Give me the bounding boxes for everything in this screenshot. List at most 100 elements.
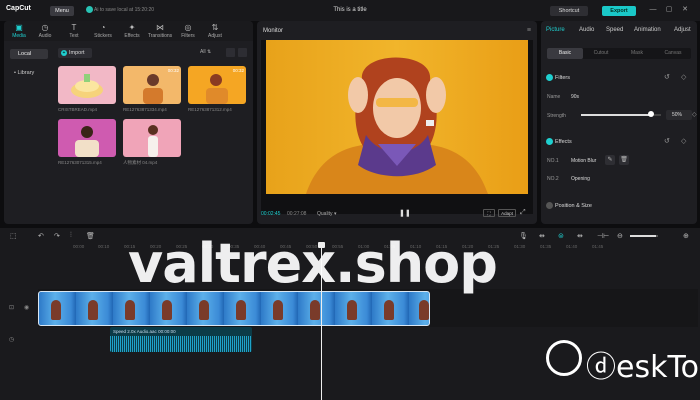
tool-adjust[interactable]: ⇅ Adjust xyxy=(202,23,228,39)
tool-media[interactable]: ▣ Media xyxy=(6,23,32,39)
clip-frame xyxy=(199,300,209,320)
import-button[interactable]: + Import xyxy=(58,48,92,58)
filters-section-title: Filters xyxy=(555,75,570,81)
video-frame xyxy=(266,40,528,194)
subtab-canvas[interactable]: Canvas xyxy=(655,48,691,59)
ratio-button[interactable]: Adapt xyxy=(498,209,516,217)
tab-animation[interactable]: Animation xyxy=(634,27,661,33)
tab-audio[interactable]: Audio xyxy=(579,27,594,33)
ruler-tick: 01:45 xyxy=(592,244,604,249)
zoom-in-icon[interactable]: ⊕ xyxy=(683,232,689,240)
expand-icon[interactable]: ⤢ xyxy=(520,209,526,217)
person-thumbnail xyxy=(148,125,158,157)
strength-input[interactable]: 50% xyxy=(666,110,692,120)
desktop-logo-icon xyxy=(546,340,582,376)
media-thumb[interactable] xyxy=(58,66,116,104)
link-icon[interactable]: ⇹ xyxy=(539,232,545,240)
filters-toggle[interactable] xyxy=(546,74,553,81)
edit-icon[interactable]: ✎ xyxy=(605,155,615,165)
zoom-out-icon[interactable]: ⊖ xyxy=(617,232,623,240)
track-lock-icon[interactable]: ⊡ xyxy=(9,304,14,311)
minimize-icon[interactable]: — xyxy=(648,5,658,15)
list-view-icon[interactable] xyxy=(226,48,235,57)
effects-toggle[interactable] xyxy=(546,138,553,145)
position-toggle[interactable] xyxy=(546,202,553,209)
keyframe-icon[interactable]: ◇ xyxy=(681,73,686,81)
app-window: CapCut Menu Ai to save local at 15:20:20… xyxy=(0,0,700,400)
sidebar-item-library[interactable]: • Library xyxy=(10,68,48,78)
tool-effects[interactable]: ✦ Effects xyxy=(119,23,145,39)
thumb-label: CRISTBREAD.mp4 xyxy=(58,107,98,112)
effects-icon: ✦ xyxy=(128,23,136,32)
autosave-icon xyxy=(86,6,93,13)
reset-icon[interactable]: ↺ xyxy=(664,73,670,81)
clip-frame xyxy=(125,300,135,320)
tab-speed[interactable]: Speed xyxy=(606,27,623,33)
ruler-tick: 01:40 xyxy=(566,244,578,249)
microphone-icon[interactable]: 🎙 xyxy=(519,232,528,240)
redo-icon[interactable]: ↷ xyxy=(54,232,60,240)
maximize-icon[interactable]: ▢ xyxy=(664,5,674,15)
sidebar-item-local[interactable]: Local xyxy=(10,49,48,59)
delete-icon[interactable]: 🗑 xyxy=(619,155,629,165)
clip-frame xyxy=(51,300,61,320)
preview-axis-icon[interactable]: ⊣⊢ xyxy=(597,232,609,240)
food-thumbnail xyxy=(71,74,103,98)
more-icon[interactable]: ≡ xyxy=(527,27,531,34)
monitor-title: Monitor xyxy=(263,28,284,34)
trash-icon[interactable]: 🗑 xyxy=(86,232,95,240)
tool-transitions[interactable]: ⋈ Transitions xyxy=(147,23,173,39)
strength-slider-knob[interactable] xyxy=(648,111,654,117)
subtab-cutout[interactable]: Cutout xyxy=(583,48,619,59)
grid-view-icon[interactable] xyxy=(238,48,247,57)
fullscreen-icon[interactable]: ⛶ xyxy=(483,209,495,217)
clip-frame xyxy=(236,300,246,320)
subtab-mask[interactable]: Mask xyxy=(619,48,655,59)
snap-icon[interactable]: ⇹ xyxy=(577,232,583,240)
magnet-icon[interactable]: ⊜ xyxy=(558,232,564,240)
menu-button[interactable]: Menu xyxy=(50,6,74,16)
video-preview[interactable] xyxy=(261,40,533,214)
reset-icon[interactable]: ↺ xyxy=(664,137,670,145)
shortcut-button[interactable]: Shortcut xyxy=(550,6,588,16)
split-icon[interactable]: ⫶ xyxy=(70,232,72,240)
audio-icon: ◷ xyxy=(41,23,49,32)
window-title: This is a title xyxy=(333,7,367,13)
diamond-icon[interactable]: ◇ xyxy=(692,111,697,118)
ruler-tick: 01:30 xyxy=(514,244,526,249)
tool-audio[interactable]: ◷ Audio xyxy=(32,23,58,39)
play-pause-button[interactable]: ❚❚ xyxy=(399,209,411,217)
tool-stickers[interactable]: ◔ Stickers xyxy=(90,23,116,39)
name-value: 90s xyxy=(571,94,580,100)
effect2-label: NO.2 xyxy=(547,176,559,182)
effect1-label: NO.1 xyxy=(547,158,559,164)
select-tool-icon[interactable]: ⬚ xyxy=(10,232,17,240)
media-thumb[interactable] xyxy=(123,119,181,157)
autosave-status: Ai to save local at 15:20:20 xyxy=(94,7,155,13)
app-logo: CapCut xyxy=(6,5,31,12)
tool-text[interactable]: T Text xyxy=(61,23,87,39)
close-icon[interactable]: ✕ xyxy=(680,5,690,15)
filter-all-dropdown[interactable]: All ⇅ xyxy=(200,49,211,55)
tool-filters[interactable]: ◎ Filters xyxy=(175,23,201,39)
undo-icon[interactable]: ↶ xyxy=(38,232,44,240)
video-clip[interactable] xyxy=(38,291,430,326)
media-thumb[interactable]: 00:32 xyxy=(188,66,246,104)
tab-picture[interactable]: Picture xyxy=(546,27,565,33)
track-visibility-icon[interactable]: ◉ xyxy=(24,304,29,311)
quality-dropdown[interactable]: Quality ▾ xyxy=(317,211,336,217)
stickers-icon: ◔ xyxy=(100,23,106,32)
plus-icon: + xyxy=(61,50,67,56)
audio-clip-label: Speed 2.0x Audio.aac 00:00:00 xyxy=(113,329,176,334)
audio-track-icon[interactable]: ◷ xyxy=(9,336,14,343)
woman-portrait-image xyxy=(306,57,488,194)
export-button[interactable]: Export xyxy=(602,6,636,16)
media-thumb[interactable]: 00:32 xyxy=(123,66,181,104)
subtab-basic[interactable]: Basic xyxy=(547,48,583,59)
keyframe-icon[interactable]: ◇ xyxy=(681,137,686,145)
media-thumb[interactable] xyxy=(58,119,116,157)
transitions-icon: ⋈ xyxy=(156,23,164,32)
clip-frame xyxy=(88,300,98,320)
tab-adjust[interactable]: Adjust xyxy=(674,27,691,33)
audio-clip[interactable]: Speed 2.0x Audio.aac 00:00:00 xyxy=(110,327,252,352)
